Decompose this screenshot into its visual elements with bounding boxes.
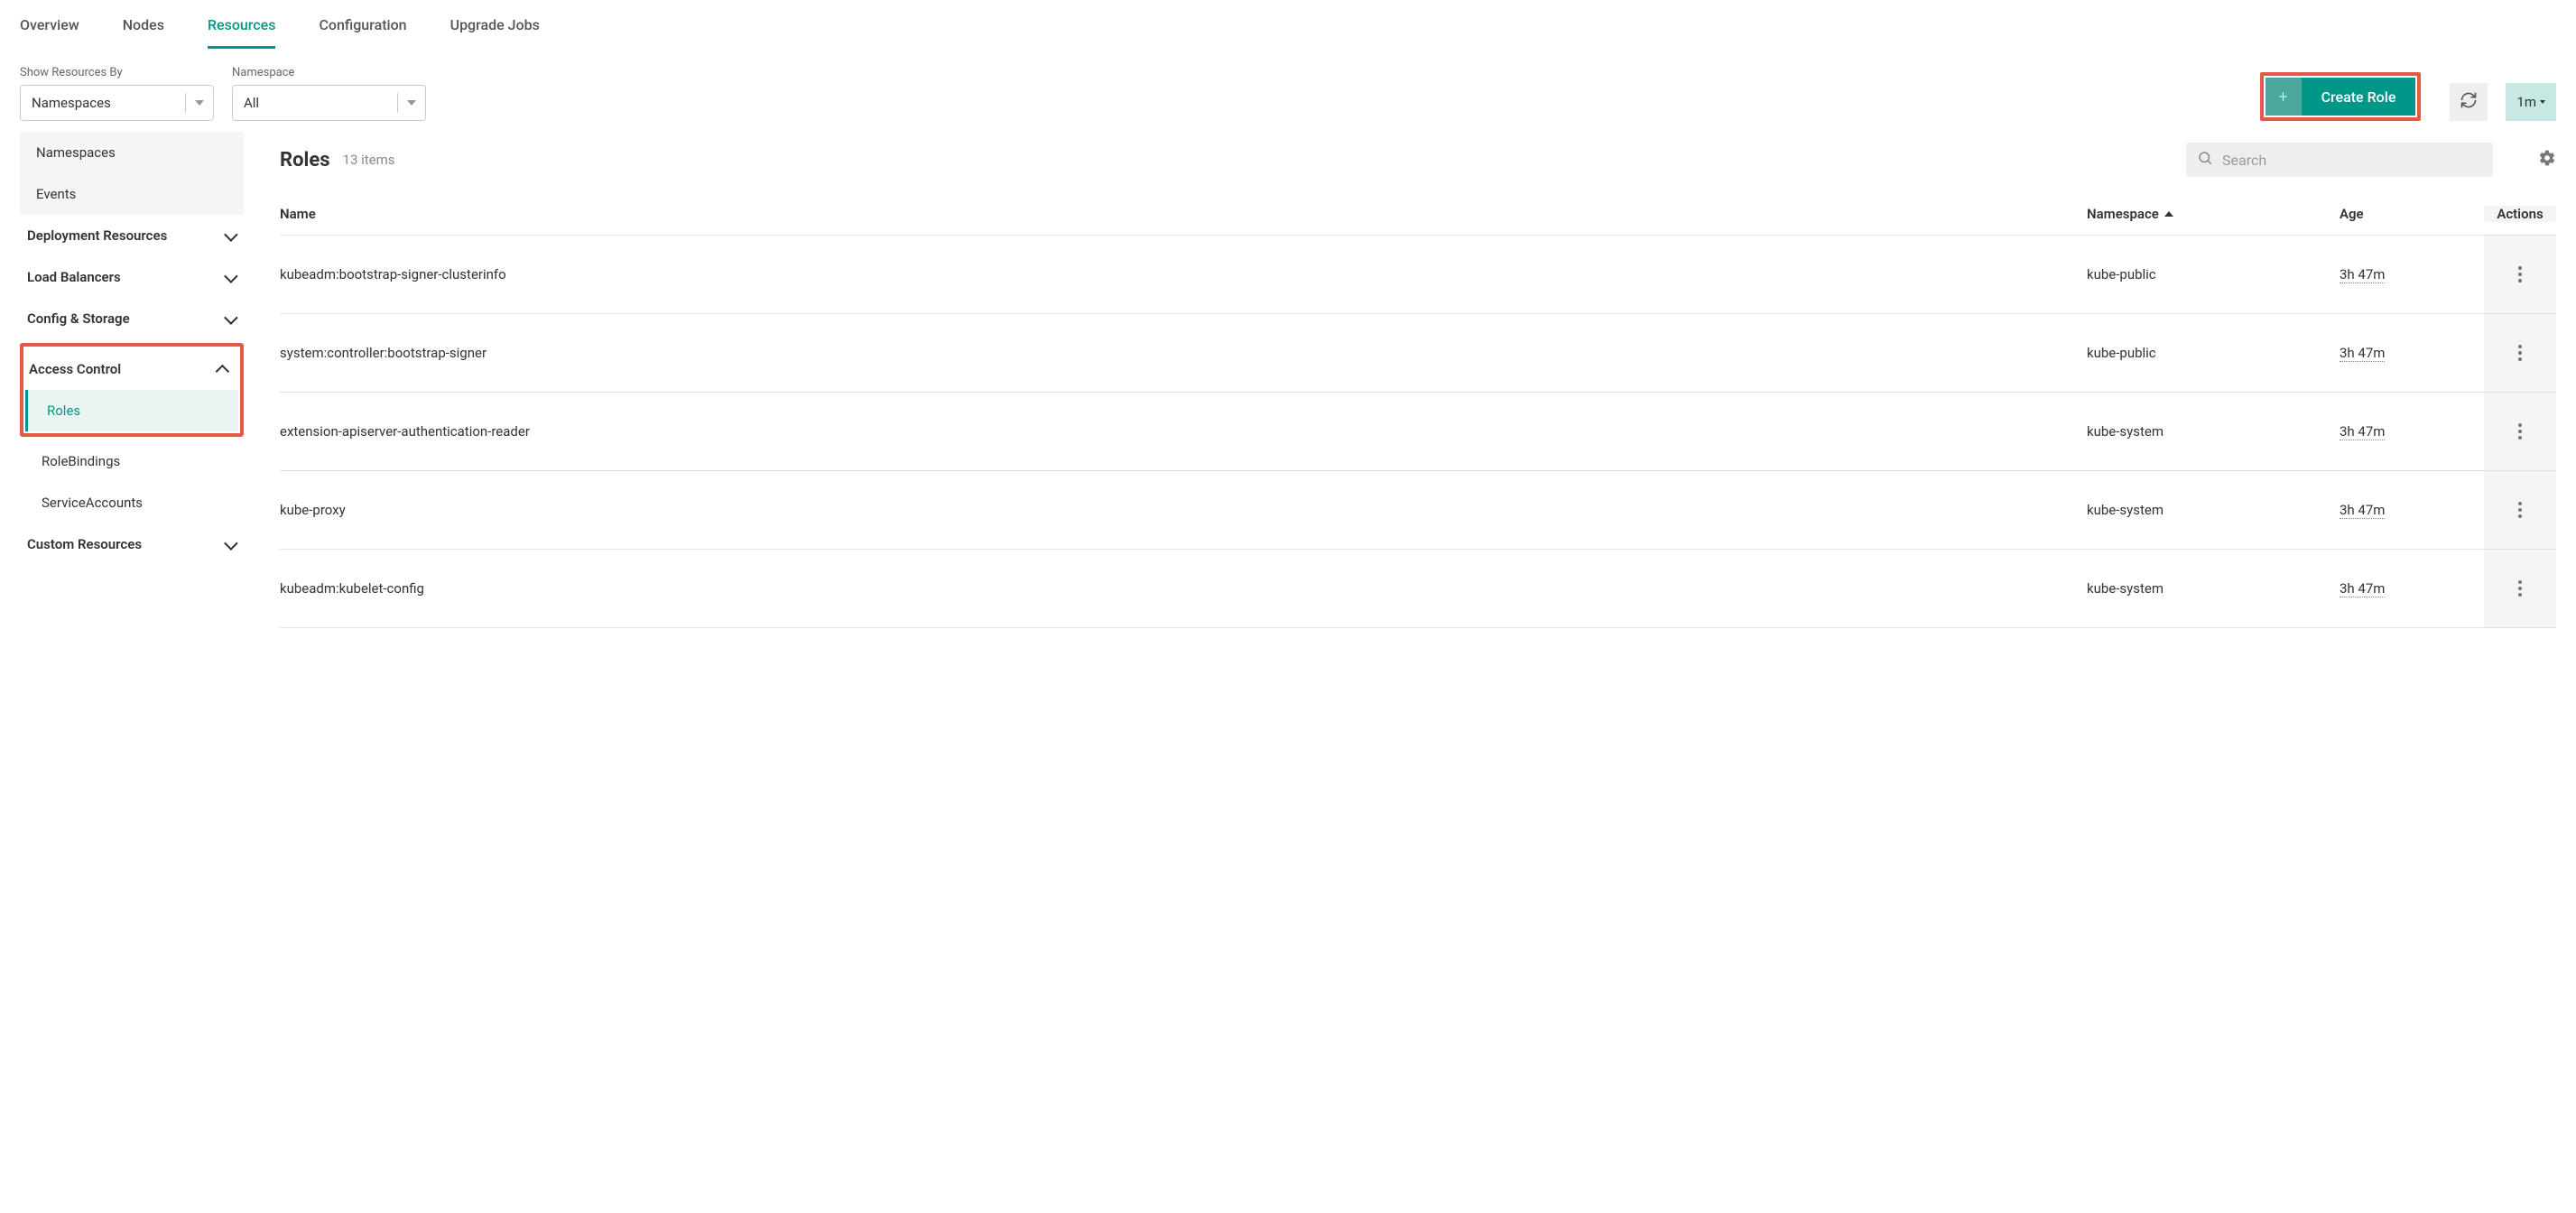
sidebar: Namespaces Events Deployment Resources L… xyxy=(20,132,244,628)
show-resources-by-select[interactable]: Namespaces xyxy=(20,85,214,121)
show-resources-by-group: Show Resources By Namespaces xyxy=(20,66,214,121)
kebab-menu-icon xyxy=(2518,423,2522,440)
search-icon xyxy=(2197,150,2213,170)
chevron-up-icon xyxy=(219,365,229,375)
refresh-interval-value: 1m xyxy=(2516,94,2536,110)
table-row[interactable]: system:controller:bootstrap-signerkube-p… xyxy=(280,314,2556,393)
sidebar-section-access-control[interactable]: Access Control xyxy=(25,348,238,390)
table-header: Name Namespace Age Actions xyxy=(280,193,2556,236)
table-row[interactable]: kubeadm:kubelet-configkube-system3h 47m xyxy=(280,550,2556,628)
row-actions-button[interactable] xyxy=(2484,314,2556,392)
namespace-group: Namespace All xyxy=(232,66,426,121)
cell-age: 3h 47m xyxy=(2340,423,2484,440)
column-namespace[interactable]: Namespace xyxy=(2087,206,2340,222)
show-resources-by-label: Show Resources By xyxy=(20,66,214,79)
row-actions-button[interactable] xyxy=(2484,393,2556,470)
cell-namespace: kube-system xyxy=(2087,502,2340,518)
sidebar-item-events[interactable]: Events xyxy=(20,173,244,215)
sidebar-section-custom-resources[interactable]: Custom Resources xyxy=(20,523,244,565)
refresh-icon xyxy=(2460,91,2478,113)
chevron-down-icon xyxy=(225,273,235,282)
content: Roles 13 items Name Namespace xyxy=(244,132,2556,628)
sidebar-section-label: Access Control xyxy=(29,361,121,377)
sidebar-section-deployment-resources[interactable]: Deployment Resources xyxy=(20,215,244,256)
sidebar-section-label: Config & Storage xyxy=(27,310,130,327)
table-row[interactable]: extension-apiserver-authentication-reade… xyxy=(280,393,2556,471)
column-age[interactable]: Age xyxy=(2340,206,2484,222)
cell-age: 3h 47m xyxy=(2340,502,2484,518)
cell-name: kubeadm:kubelet-config xyxy=(280,580,2087,597)
kebab-menu-icon xyxy=(2518,502,2522,518)
row-actions-button[interactable] xyxy=(2484,236,2556,313)
kebab-menu-icon xyxy=(2518,580,2522,597)
kebab-menu-icon xyxy=(2518,266,2522,282)
search-input[interactable] xyxy=(2222,152,2482,169)
sort-ascending-icon xyxy=(2164,211,2173,217)
tab-resources[interactable]: Resources xyxy=(208,16,276,49)
row-actions-button[interactable] xyxy=(2484,550,2556,627)
top-tabs: Overview Nodes Resources Configuration U… xyxy=(0,0,2576,50)
create-role-label: Create Role xyxy=(2302,78,2416,116)
cell-age: 3h 47m xyxy=(2340,580,2484,597)
sidebar-section-label: Custom Resources xyxy=(27,536,142,552)
sidebar-section-load-balancers[interactable]: Load Balancers xyxy=(20,256,244,298)
sidebar-item-rolebindings[interactable]: RoleBindings xyxy=(20,440,244,482)
gear-icon xyxy=(2538,154,2556,171)
item-count: 13 items xyxy=(343,152,395,168)
access-control-highlight: Access Control Roles xyxy=(20,343,244,437)
namespace-value: All xyxy=(244,95,388,111)
page-title: Roles xyxy=(280,149,330,171)
cell-namespace: kube-public xyxy=(2087,266,2340,282)
sidebar-section-label: Load Balancers xyxy=(27,269,121,285)
tab-overview[interactable]: Overview xyxy=(20,16,79,49)
cell-namespace: kube-public xyxy=(2087,345,2340,361)
cell-name: system:controller:bootstrap-signer xyxy=(280,345,2087,361)
cell-age: 3h 47m xyxy=(2340,345,2484,361)
cell-name: kube-proxy xyxy=(280,502,2087,518)
table-row[interactable]: kubeadm:bootstrap-signer-clusterinfokube… xyxy=(280,236,2556,314)
settings-button[interactable] xyxy=(2538,149,2556,171)
search-box[interactable] xyxy=(2186,143,2493,177)
tab-nodes[interactable]: Nodes xyxy=(123,16,164,49)
show-resources-by-value: Namespaces xyxy=(32,95,176,111)
namespace-label: Namespace xyxy=(232,66,426,79)
chevron-down-icon xyxy=(225,314,235,324)
sidebar-section-label: Deployment Resources xyxy=(27,227,167,244)
chevron-down-icon xyxy=(407,100,416,106)
sidebar-item-roles[interactable]: Roles xyxy=(25,390,238,431)
roles-table: Name Namespace Age Actions kubeadm:boots… xyxy=(280,193,2556,628)
sidebar-item-namespaces[interactable]: Namespaces xyxy=(20,132,244,173)
kebab-menu-icon xyxy=(2518,345,2522,361)
sidebar-section-config-storage[interactable]: Config & Storage xyxy=(20,298,244,339)
chevron-down-icon xyxy=(225,540,235,550)
content-header: Roles 13 items xyxy=(280,132,2556,193)
cell-namespace: kube-system xyxy=(2087,423,2340,440)
refresh-interval-button[interactable]: 1m xyxy=(2506,83,2556,121)
cell-namespace: kube-system xyxy=(2087,580,2340,597)
plus-icon: + xyxy=(2266,78,2302,116)
chevron-down-icon xyxy=(195,100,204,106)
table-row[interactable]: kube-proxykube-system3h 47m xyxy=(280,471,2556,550)
caret-down-icon xyxy=(2540,100,2545,104)
create-role-button[interactable]: + Create Role xyxy=(2266,78,2416,116)
column-name[interactable]: Name xyxy=(280,206,2087,222)
tab-configuration[interactable]: Configuration xyxy=(319,16,406,49)
sidebar-item-serviceaccounts[interactable]: ServiceAccounts xyxy=(20,482,244,523)
refresh-button[interactable] xyxy=(2450,83,2488,121)
namespace-select[interactable]: All xyxy=(232,85,426,121)
cell-name: kubeadm:bootstrap-signer-clusterinfo xyxy=(280,266,2087,282)
create-role-highlight: + Create Role xyxy=(2260,72,2422,121)
filter-bar: Show Resources By Namespaces Namespace A… xyxy=(0,50,2576,132)
tab-upgrade-jobs[interactable]: Upgrade Jobs xyxy=(450,16,540,49)
column-namespace-label: Namespace xyxy=(2087,206,2159,222)
cell-name: extension-apiserver-authentication-reade… xyxy=(280,423,2087,440)
row-actions-button[interactable] xyxy=(2484,471,2556,549)
column-actions: Actions xyxy=(2484,206,2556,222)
cell-age: 3h 47m xyxy=(2340,266,2484,282)
chevron-down-icon xyxy=(225,231,235,241)
